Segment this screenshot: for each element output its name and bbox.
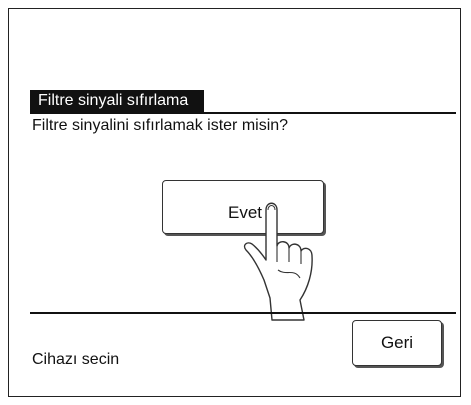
screen-title: Filtre sinyali sıfırlama — [30, 90, 205, 112]
geri-button[interactable]: Geri — [352, 320, 442, 366]
pointing-hand-icon — [243, 202, 313, 321]
bottom-divider — [30, 312, 456, 314]
status-text: Cihazı secin — [32, 351, 120, 368]
title-divider — [30, 112, 456, 114]
reset-question: Filtre sinyalini sıfırlamak ister misin? — [32, 117, 289, 134]
